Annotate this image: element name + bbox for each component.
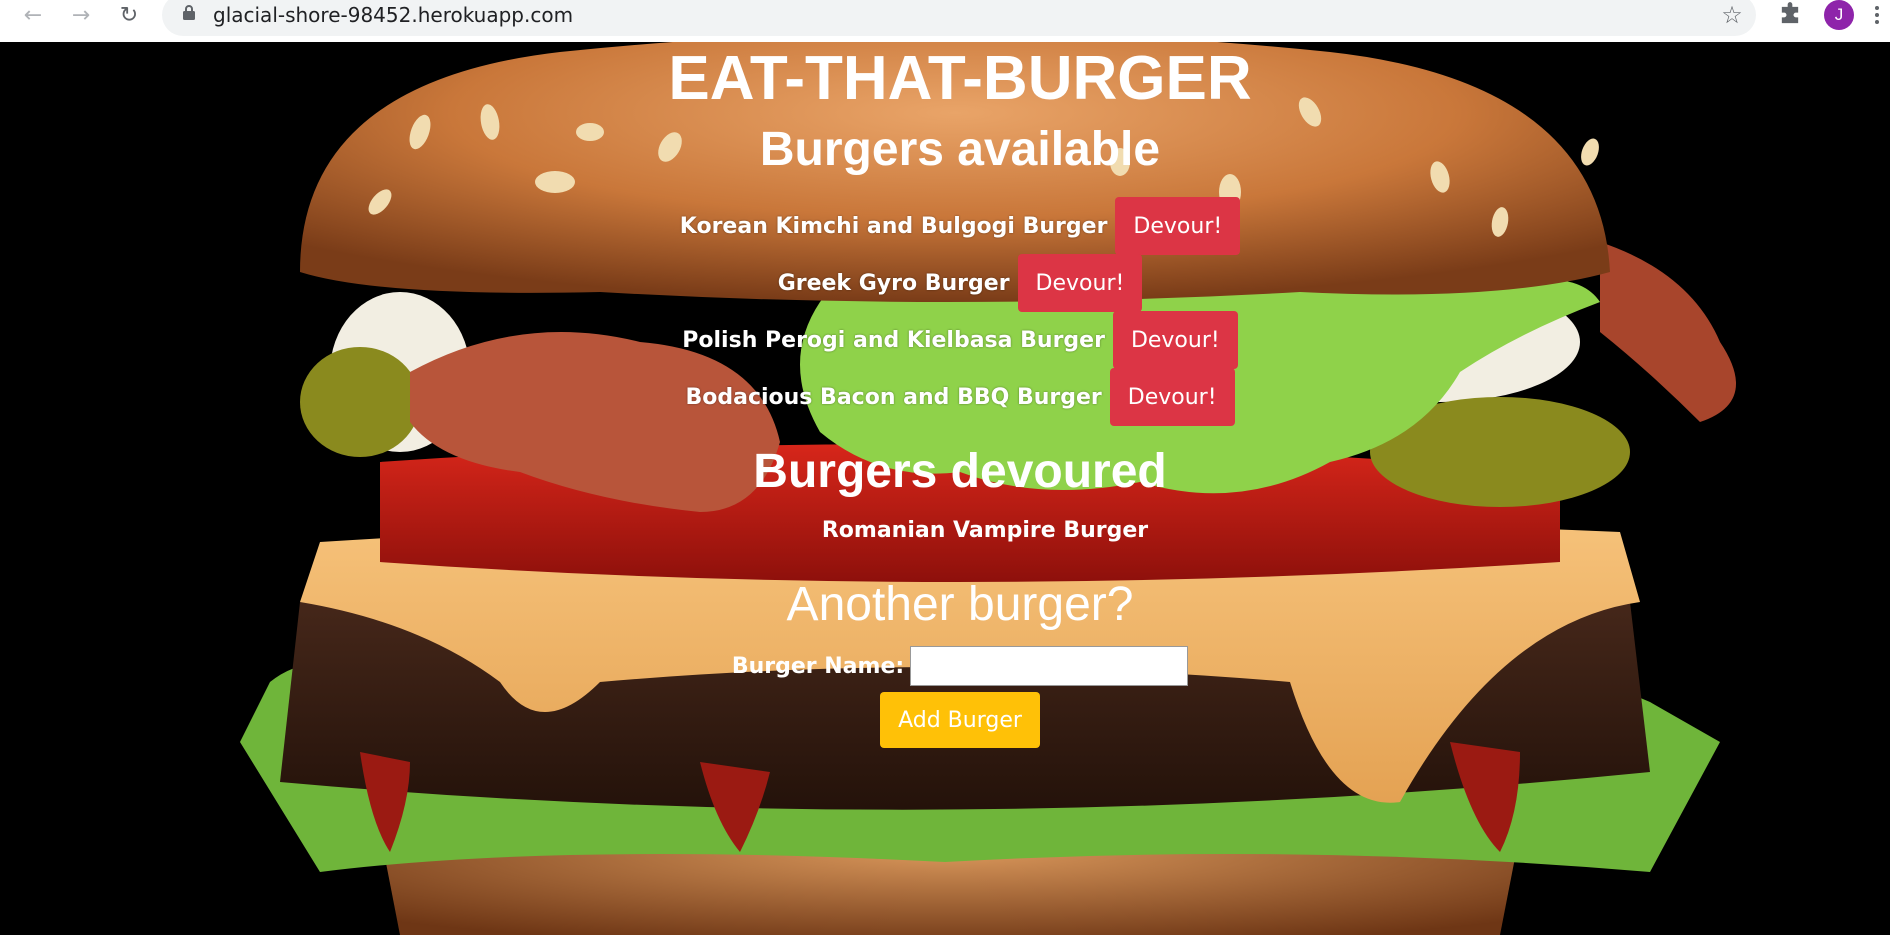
main-content: EAT-THAT-BURGER Burgers available Korean…	[0, 42, 1890, 935]
browser-toolbar: ← → ↻ glacial-shore-98452.herokuapp.com …	[0, 0, 1890, 42]
devour-button[interactable]: Devour!	[1112, 311, 1238, 369]
list-item: Korean Kimchi and Bulgogi Burger Devour!	[0, 197, 1890, 255]
list-item: Greek Gyro Burger Devour!	[0, 254, 1890, 312]
avatar[interactable]: J	[1824, 0, 1854, 30]
burger-name: Bodacious Bacon and BBQ Burger	[685, 384, 1102, 410]
lock-icon	[183, 5, 195, 20]
devour-button[interactable]: Devour!	[1017, 254, 1143, 312]
devour-button[interactable]: Devour!	[1109, 368, 1235, 426]
burger-name-input[interactable]	[910, 646, 1189, 686]
kebab-menu-icon[interactable]	[1874, 4, 1880, 26]
forward-arrow-icon[interactable]: →	[66, 0, 96, 30]
burgers-devoured-heading: Burgers devoured	[753, 445, 1167, 498]
list-item: Bodacious Bacon and BBQ Burger Devour!	[0, 368, 1890, 426]
devoured-burger-item: Romanian Vampire Burger	[821, 518, 1149, 543]
reload-icon[interactable]: ↻	[114, 0, 144, 30]
page-viewport: EAT-THAT-BURGER Burgers available Korean…	[0, 42, 1890, 935]
another-burger-heading: Another burger?	[786, 578, 1134, 631]
burger-name: Polish Perogi and Kielbasa Burger	[682, 327, 1105, 353]
url-text[interactable]: glacial-shore-98452.herokuapp.com	[213, 0, 573, 30]
burger-name: Korean Kimchi and Bulgogi Burger	[679, 213, 1108, 239]
list-item: Polish Perogi and Kielbasa Burger Devour…	[0, 311, 1890, 369]
page-title: EAT-THAT-BURGER	[668, 44, 1252, 113]
burger-form: Burger Name:	[0, 646, 1890, 686]
burger-name-label: Burger Name:	[731, 653, 905, 679]
burger-name: Greek Gyro Burger	[777, 270, 1010, 296]
back-arrow-icon[interactable]: ←	[18, 0, 48, 30]
devour-button[interactable]: Devour!	[1115, 197, 1241, 255]
add-burger-button[interactable]: Add Burger	[880, 692, 1040, 748]
puzzle-icon[interactable]	[1776, 1, 1804, 29]
burgers-available-heading: Burgers available	[759, 123, 1161, 176]
star-icon[interactable]: ☆	[1717, 0, 1747, 30]
